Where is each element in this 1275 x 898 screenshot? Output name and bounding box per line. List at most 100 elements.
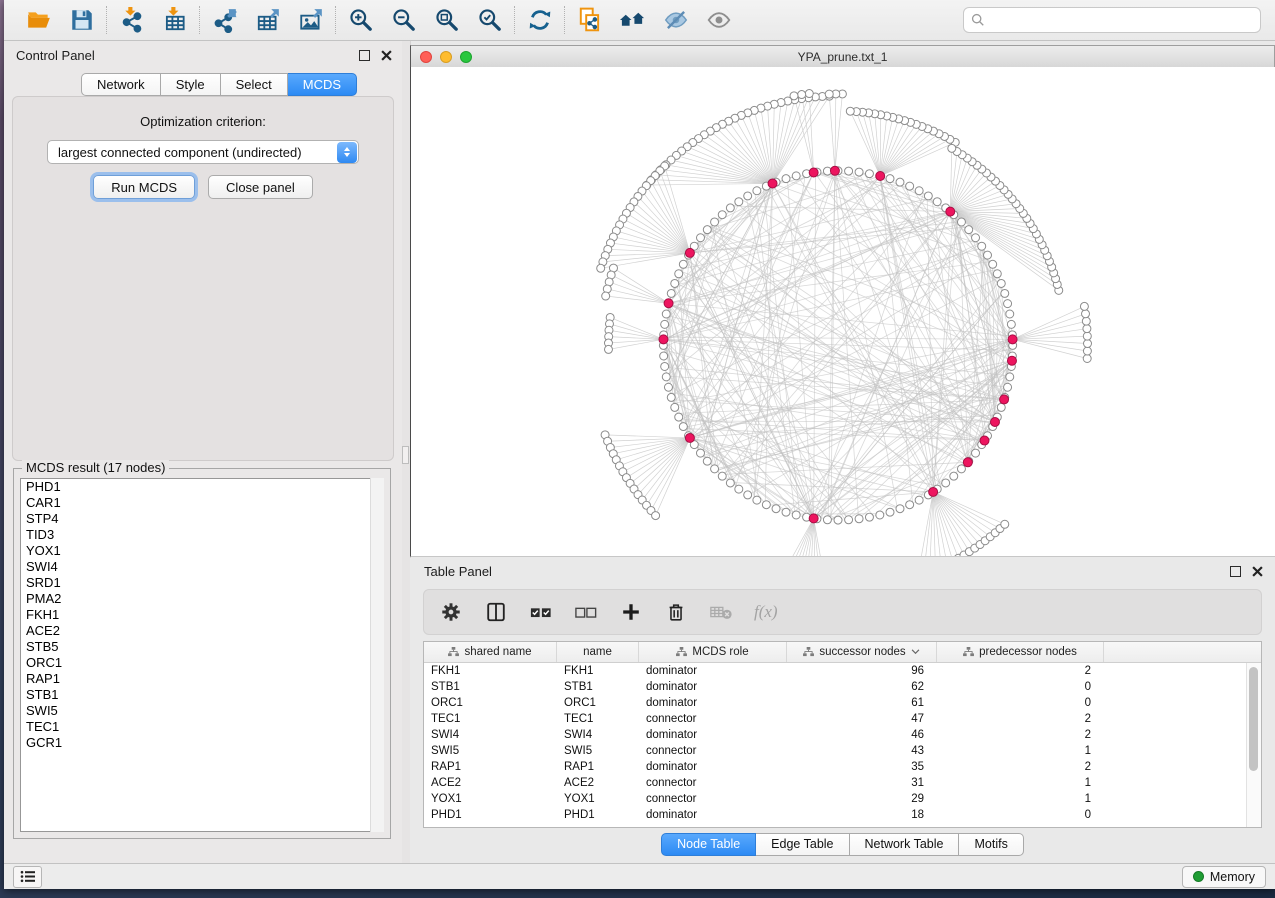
graph-node[interactable] — [753, 496, 761, 504]
graph-hub-node[interactable] — [980, 436, 989, 445]
graph-hub-node[interactable] — [809, 514, 818, 523]
export-image-icon[interactable] — [297, 7, 324, 34]
graph-node[interactable] — [726, 204, 734, 212]
table-cell[interactable]: 0 — [937, 681, 1104, 693]
mcds-result-item[interactable]: ACE2 — [21, 623, 383, 639]
table-cell[interactable]: dominator — [639, 681, 787, 693]
search-input[interactable] — [990, 12, 1253, 29]
graph-node[interactable] — [855, 515, 863, 523]
graph-node[interactable] — [744, 192, 752, 200]
table-cell[interactable]: dominator — [639, 697, 787, 709]
graph-node[interactable] — [915, 187, 923, 195]
table-cell[interactable]: connector — [639, 777, 787, 789]
table-cell[interactable]: 35 — [787, 761, 937, 773]
graph-hub-node[interactable] — [685, 433, 694, 442]
table-cell[interactable]: SWI4 — [557, 729, 639, 741]
graph-satellite-node[interactable] — [597, 264, 605, 272]
graph-node[interactable] — [662, 373, 670, 381]
mcds-result-item[interactable]: STP4 — [21, 511, 383, 527]
graph-node[interactable] — [726, 479, 734, 487]
graph-node[interactable] — [735, 198, 743, 206]
table-row[interactable]: TEC1TEC1connector472 — [424, 711, 1247, 727]
graph-node[interactable] — [942, 479, 950, 487]
mcds-result-item[interactable]: STB5 — [21, 639, 383, 655]
table-cell[interactable]: connector — [639, 793, 787, 805]
graph-node[interactable] — [845, 516, 853, 524]
graph-node[interactable] — [924, 192, 932, 200]
graph-node[interactable] — [660, 352, 668, 360]
graph-node[interactable] — [696, 449, 704, 457]
graph-node[interactable] — [667, 393, 675, 401]
graph-node[interactable] — [993, 270, 1001, 278]
mcds-result-item[interactable]: YOX1 — [21, 543, 383, 559]
graph-hub-node[interactable] — [1008, 335, 1017, 344]
mcds-result-item[interactable]: RAP1 — [21, 671, 383, 687]
table-cell[interactable]: 2 — [937, 729, 1104, 741]
table-row[interactable]: FKH1FKH1dominator962 — [424, 663, 1247, 679]
graph-satellite-node[interactable] — [1083, 355, 1091, 363]
graph-node[interactable] — [792, 172, 800, 180]
table-cell[interactable]: PHD1 — [557, 809, 639, 821]
mcds-result-item[interactable]: GCR1 — [21, 735, 383, 751]
duplicate-network-icon[interactable] — [576, 7, 603, 34]
mcds-result-item[interactable]: SRD1 — [21, 575, 383, 591]
close-table-panel-icon[interactable] — [1252, 566, 1263, 577]
graph-node[interactable] — [696, 234, 704, 242]
graph-satellite-node[interactable] — [1082, 310, 1090, 318]
hide-selected-icon[interactable] — [662, 7, 689, 34]
graph-node[interactable] — [933, 198, 941, 206]
graph-hub-node[interactable] — [946, 207, 955, 216]
save-session-icon[interactable] — [68, 7, 95, 34]
mcds-result-item[interactable]: STB1 — [21, 687, 383, 703]
graph-satellite-node[interactable] — [790, 92, 798, 100]
graph-satellite-node[interactable] — [602, 292, 610, 300]
graph-node[interactable] — [886, 508, 894, 516]
graph-node[interactable] — [906, 182, 914, 190]
graph-node[interactable] — [972, 234, 980, 242]
graph-satellite-node[interactable] — [805, 90, 813, 98]
table-row[interactable]: STB1STB1dominator620 — [424, 679, 1247, 695]
export-network-icon[interactable] — [211, 7, 238, 34]
graph-node[interactable] — [906, 501, 914, 509]
show-column-pane-icon[interactable] — [484, 600, 508, 624]
table-row[interactable]: ACE2ACE2connector311 — [424, 775, 1247, 791]
graph-node[interactable] — [1006, 310, 1014, 318]
run-mcds-button[interactable]: Run MCDS — [93, 175, 195, 199]
graph-node[interactable] — [782, 508, 790, 516]
mcds-result-item[interactable]: TEC1 — [21, 719, 383, 735]
graph-hub-node[interactable] — [963, 458, 972, 467]
graph-hub-node[interactable] — [1007, 356, 1016, 365]
graph-satellite-node[interactable] — [1001, 520, 1009, 528]
graph-node[interactable] — [1007, 320, 1015, 328]
add-column-icon[interactable] — [619, 600, 643, 624]
graph-node[interactable] — [984, 251, 992, 259]
deselect-all-rows-icon[interactable] — [574, 600, 598, 624]
table-cell[interactable]: TEC1 — [557, 713, 639, 725]
table-cell[interactable]: SWI5 — [424, 745, 557, 757]
graph-node[interactable] — [989, 260, 997, 268]
table-cell[interactable]: 96 — [787, 665, 937, 677]
table-cell[interactable]: 61 — [787, 697, 937, 709]
graph-node[interactable] — [896, 505, 904, 513]
graph-satellite-node[interactable] — [1083, 332, 1091, 340]
graph-node[interactable] — [997, 279, 1005, 287]
tab-select[interactable]: Select — [221, 73, 288, 96]
table-cell[interactable]: 29 — [787, 793, 937, 805]
export-table-icon[interactable] — [254, 7, 281, 34]
graph-node[interactable] — [876, 511, 884, 519]
result-list-scrollbar[interactable] — [370, 478, 384, 832]
graph-satellite-node[interactable] — [1083, 325, 1091, 333]
graph-node[interactable] — [753, 187, 761, 195]
table-cell[interactable]: SWI4 — [424, 729, 557, 741]
import-network-icon[interactable] — [118, 7, 145, 34]
graph-node[interactable] — [845, 167, 853, 175]
mcds-result-item[interactable]: PMA2 — [21, 591, 383, 607]
table-row[interactable]: SWI4SWI4dominator462 — [424, 727, 1247, 743]
graph-node[interactable] — [1006, 373, 1014, 381]
graph-node[interactable] — [782, 175, 790, 183]
table-cell[interactable]: dominator — [639, 729, 787, 741]
network-view[interactable] — [410, 67, 1275, 557]
zoom-out-icon[interactable] — [390, 7, 417, 34]
graph-satellite-node[interactable] — [652, 512, 660, 520]
graph-satellite-node[interactable] — [825, 90, 833, 98]
